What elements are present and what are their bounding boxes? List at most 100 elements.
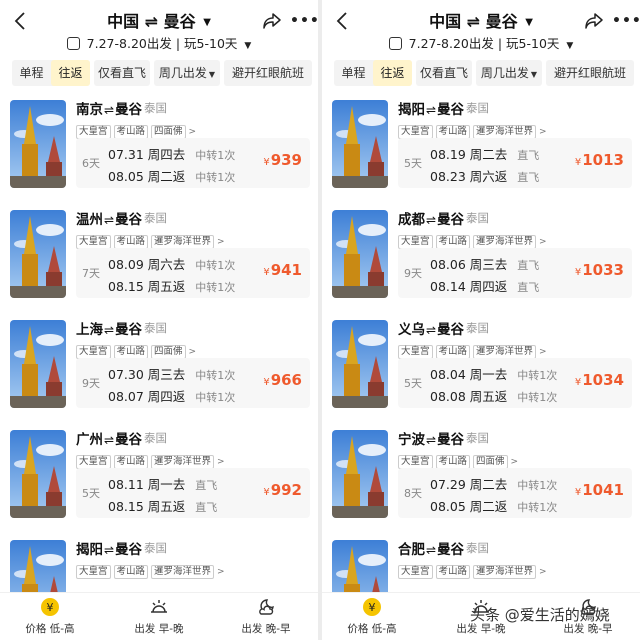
deal-card[interactable]: 南京⇌曼谷 泰国 大皇宫 考山路 四面佛 > 6天 07.31 周四去 中转1次 08… xyxy=(8,98,310,194)
chevron-right-icon: > xyxy=(539,347,547,357)
outbound-weekday: 周一去 xyxy=(469,367,508,382)
return-date: 08.14 xyxy=(430,279,466,294)
direct-only-filter[interactable]: 仅看直飞 xyxy=(94,60,150,86)
outbound-mode: 直飞 xyxy=(517,259,540,272)
origin-city: 广州 xyxy=(76,432,103,448)
yen-coin-icon: ¥ xyxy=(41,598,59,616)
country-label: 泰国 xyxy=(466,541,489,555)
outbound-mode: 直飞 xyxy=(517,149,540,162)
itinerary-box[interactable]: 6天 07.31 周四去 中转1次 08.05 周二返 中转1次 ¥939 xyxy=(76,138,310,188)
attraction-tag: 考山路 xyxy=(113,235,149,249)
deal-card[interactable]: 成都⇌曼谷 泰国 大皇宫 考山路 暹罗海洋世界 > 9天 08.06 周三去 直飞 0… xyxy=(330,208,632,304)
round-trip-tab[interactable]: 往返 xyxy=(373,60,412,86)
weekday-filter[interactable]: 周几出发 ▼ xyxy=(154,60,220,86)
deal-card[interactable]: 温州⇌曼谷 泰国 大皇宫 考山路 暹罗海洋世界 > 7天 08.09 周六去 中转1次… xyxy=(8,208,310,304)
price-value: 1033 xyxy=(582,261,624,279)
itinerary-box[interactable]: 9天 08.06 周三去 直飞 08.14 周四返 直飞 ¥1033 xyxy=(398,248,632,298)
outbound-leg: 07.30 周三去 中转1次 xyxy=(108,364,235,383)
attraction-tag: 暹罗海洋世界 xyxy=(151,565,215,579)
outbound-date: 07.30 xyxy=(108,367,144,382)
swap-icon: ⇌ xyxy=(426,433,437,447)
outbound-mode: 中转1次 xyxy=(517,369,558,382)
return-mode: 中转1次 xyxy=(195,281,236,294)
attraction-tag: 考山路 xyxy=(113,345,149,359)
attraction-tag: 四面佛 xyxy=(473,455,508,469)
outbound-mode: 直飞 xyxy=(195,479,218,492)
tag-list: 大皇宫 考山路 暹罗海洋世界 > xyxy=(398,559,547,579)
chevron-right-icon: > xyxy=(188,347,197,357)
swap-icon: ⇌ xyxy=(104,213,115,227)
itinerary-box[interactable]: 7天 08.09 周六去 中转1次 08.15 周五返 中转1次 ¥941 xyxy=(76,248,310,298)
trip-length: 5天 xyxy=(404,377,422,390)
attraction-tag: 考山路 xyxy=(113,455,149,469)
share-icon[interactable] xyxy=(584,12,604,30)
avoid-redeye-filter[interactable]: 避开红眼航班 xyxy=(546,60,634,86)
deal-card[interactable]: 义乌⇌曼谷 泰国 大皇宫 考山路 暹罗海洋世界 > 5天 08.04 周一去 中转1次… xyxy=(330,318,632,414)
trip-length: 6天 xyxy=(82,157,100,170)
deal-card[interactable]: 广州⇌曼谷 泰国 大皇宫 考山路 暹罗海洋世界 > 5天 08.11 周一去 直飞 0… xyxy=(8,428,310,524)
date-range: 7.27-8.20出发 xyxy=(86,36,172,51)
share-icon[interactable] xyxy=(262,12,282,30)
country-label: 泰国 xyxy=(466,101,489,115)
yen-coin-icon: ¥ xyxy=(363,598,381,616)
swap-icon: ⇌ xyxy=(144,12,159,31)
deal-card[interactable]: 上海⇌曼谷 泰国 大皇宫 考山路 四面佛 > 9天 07.30 周三去 中转1次 08… xyxy=(8,318,310,414)
return-mode: 直飞 xyxy=(195,501,218,514)
destination-city: 曼谷 xyxy=(115,432,143,448)
itinerary-box[interactable]: 5天 08.11 周一去 直飞 08.15 周五返 直飞 ¥992 xyxy=(76,468,310,518)
chevron-down-icon: ▼ xyxy=(566,41,574,51)
weekday-filter[interactable]: 周几出发 ▼ xyxy=(476,60,542,86)
trip-settings[interactable]: 7.27-8.20出发 | 玩5-10天 ▼ xyxy=(322,33,640,52)
trip-length: 5天 xyxy=(404,157,422,170)
return-weekday: 周二返 xyxy=(147,169,186,184)
country-label: 泰国 xyxy=(144,321,167,335)
sort-price-button[interactable]: ¥ 价格 低-高 xyxy=(10,597,90,636)
caret-down-icon: ▼ xyxy=(530,70,538,79)
attraction-tag: 大皇宫 xyxy=(398,125,433,139)
sort-depart-late-button[interactable]: 出发 晚-早 xyxy=(226,597,306,636)
card-route: 上海⇌曼谷 xyxy=(76,318,142,338)
card-route: 揭阳⇌曼谷 xyxy=(398,98,464,118)
more-icon[interactable]: ••• xyxy=(612,13,640,29)
swap-icon: ⇌ xyxy=(104,323,115,337)
return-weekday: 周四返 xyxy=(147,389,186,404)
itinerary-box[interactable]: 8天 07.29 周二去 中转1次 08.05 周二返 中转1次 ¥1041 xyxy=(398,468,632,518)
deal-card[interactable]: 揭阳⇌曼谷 泰国 大皇宫 考山路 暹罗海洋世界 > 5天 08.19 周二去 直飞 0… xyxy=(330,98,632,194)
trip-type-toggle: 单程 往返 xyxy=(12,60,90,86)
return-mode: 中转1次 xyxy=(517,501,558,514)
attraction-tag: 考山路 xyxy=(435,345,471,359)
avoid-redeye-filter[interactable]: 避开红眼航班 xyxy=(224,60,312,86)
attraction-tag: 暹罗海洋世界 xyxy=(151,235,215,249)
direct-only-filter[interactable]: 仅看直飞 xyxy=(416,60,472,86)
itinerary-box[interactable]: 5天 08.04 周一去 中转1次 08.08 周五返 中转1次 ¥1034 xyxy=(398,358,632,408)
one-way-tab[interactable]: 单程 xyxy=(334,60,373,86)
moon-cloud-icon xyxy=(259,599,274,615)
destination-city: 曼谷 xyxy=(115,102,143,118)
itinerary-box[interactable]: 9天 07.30 周三去 中转1次 08.07 周四返 中转1次 ¥966 xyxy=(76,358,310,408)
attraction-tag: 考山路 xyxy=(435,235,471,249)
card-route: 成都⇌曼谷 xyxy=(398,208,464,228)
sort-price-button[interactable]: ¥ 价格 低-高 xyxy=(332,597,412,636)
outbound-weekday: 周二去 xyxy=(469,477,508,492)
outbound-date: 08.04 xyxy=(430,367,466,382)
outbound-date: 08.09 xyxy=(108,257,144,272)
trip-settings[interactable]: 7.27-8.20出发 | 玩5-10天 ▼ xyxy=(0,33,318,52)
trip-length: 8天 xyxy=(404,487,422,500)
deal-card[interactable]: 宁波⇌曼谷 泰国 大皇宫 考山路 四面佛 > 8天 07.29 周二去 中转1次 08… xyxy=(330,428,632,524)
one-way-tab[interactable]: 单程 xyxy=(12,60,51,86)
sort-depart-early-button[interactable]: 出发 早-晚 xyxy=(119,597,199,636)
card-route: 宁波⇌曼谷 xyxy=(398,428,464,448)
tag-list: 大皇宫 考山路 暹罗海洋世界 > xyxy=(398,339,547,359)
date-range: 7.27-8.20出发 xyxy=(408,36,494,51)
itinerary-box[interactable]: 5天 08.19 周二去 直飞 08.23 周六返 直飞 ¥1013 xyxy=(398,138,632,188)
left-screen: 中国 ⇌ 曼谷 ▼ 7.27-8.20出发 | 玩5-10天 ▼ ••• 单程 … xyxy=(0,0,318,640)
price-label: ¥1041 xyxy=(575,481,624,499)
round-trip-tab[interactable]: 往返 xyxy=(51,60,90,86)
calendar-icon xyxy=(66,37,80,50)
chevron-right-icon: > xyxy=(188,127,197,137)
price-value: 966 xyxy=(270,371,302,389)
return-weekday: 周五返 xyxy=(147,499,186,514)
return-mode: 直飞 xyxy=(517,171,540,184)
more-icon[interactable]: ••• xyxy=(290,13,318,29)
attraction-tag: 大皇宫 xyxy=(398,235,433,249)
